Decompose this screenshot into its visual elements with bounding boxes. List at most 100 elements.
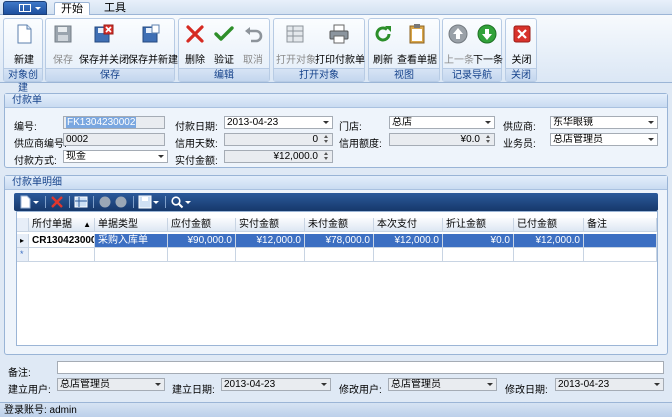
chevron-down-icon[interactable] (32, 195, 40, 209)
chevron-down-icon[interactable] (485, 121, 491, 124)
next-record-button[interactable]: 下一条 (473, 21, 503, 67)
table-cell[interactable] (29, 248, 95, 262)
view-document-button[interactable]: 查看单据 (396, 21, 438, 67)
spinner-icon[interactable] (322, 152, 331, 161)
chevron-down-icon[interactable] (184, 195, 192, 209)
chevron-down-icon[interactable] (648, 138, 654, 141)
prev-record-button[interactable]: 上一条 (444, 21, 474, 67)
table-cell[interactable] (374, 248, 443, 262)
grid-save-icon[interactable] (138, 195, 152, 209)
modify-date-field[interactable]: 2013-04-23 (555, 378, 664, 391)
delete-x-icon (184, 23, 206, 45)
table-cell[interactable]: ¥12,000.0 (374, 234, 443, 248)
salesman-select[interactable]: 总店管理员 (550, 133, 658, 146)
chevron-down-icon[interactable] (155, 383, 161, 386)
grid-delete-button[interactable] (50, 195, 64, 209)
tab-start[interactable]: 开始 (54, 2, 90, 16)
cancel-button[interactable]: 取消 (239, 21, 267, 67)
close-button[interactable]: 关闭 (507, 21, 536, 67)
group-create: 新建 对象创建 (3, 18, 43, 94)
table-cell[interactable] (584, 234, 657, 248)
credit-limit-field[interactable]: ¥0.0 (389, 133, 495, 146)
grid-header-row: 所付单据 ▲ 单据类型 应付金额 实付金额 未付金额 本次支付 折让金额 已付金额… (17, 218, 659, 232)
store-select[interactable]: 总店 (389, 116, 495, 129)
column-header[interactable]: 未付金额 (305, 218, 374, 232)
row-selected-icon: ▸ (17, 234, 29, 248)
save-new-button[interactable]: 保存并新建 (128, 21, 178, 67)
table-cell[interactable] (305, 248, 374, 262)
code-field[interactable]: FK1304230002 (63, 116, 165, 129)
create-date-field[interactable]: 2013-04-23 (221, 378, 331, 391)
column-header[interactable]: 备注 (584, 218, 657, 232)
supplier-select[interactable]: 东华眼镜 (550, 116, 658, 129)
pay-method-select[interactable]: 现金 (63, 150, 168, 163)
group-close-label: 关闭 (506, 68, 536, 81)
column-header[interactable]: 应付金额 (168, 218, 236, 232)
creator-select[interactable]: 总店管理员 (57, 378, 165, 391)
table-cell[interactable] (236, 248, 305, 262)
chevron-down-icon[interactable] (487, 383, 493, 386)
table-cell[interactable] (168, 248, 236, 262)
toolbar-separator (133, 196, 134, 208)
table-cell[interactable]: ¥12,000.0 (236, 234, 305, 248)
new-row[interactable]: * (17, 248, 659, 262)
column-header[interactable]: 所付单据 ▲ (29, 218, 95, 232)
table-cell[interactable]: ¥12,000.0 (514, 234, 584, 248)
open-object-button[interactable]: 打开对象 (276, 21, 316, 67)
table-cell[interactable]: ¥90,000.0 (168, 234, 236, 248)
column-header[interactable]: 已付金额 (514, 218, 584, 232)
column-header[interactable]: 实付金额 (236, 218, 305, 232)
code-label: 编号: (14, 122, 37, 133)
grid-toolbar (14, 193, 658, 211)
table-cell[interactable] (95, 248, 168, 262)
grid-table-icon[interactable] (74, 195, 88, 209)
grid-prev-icon[interactable] (98, 195, 112, 209)
next-record-label: 下一条 (473, 55, 503, 66)
supplier-code-field[interactable]: 0002 (63, 133, 165, 146)
detail-grid[interactable]: 所付单据 ▲ 单据类型 应付金额 实付金额 未付金额 本次支付 折让金额 已付金额… (16, 211, 658, 346)
spinner-icon[interactable] (322, 135, 331, 144)
grid-next-icon[interactable] (114, 195, 128, 209)
chevron-down-icon[interactable] (654, 383, 660, 386)
new-button[interactable]: 新建 (6, 21, 42, 67)
chevron-down-icon[interactable] (323, 121, 329, 124)
grid-new-button[interactable] (18, 195, 32, 209)
credit-limit-value: ¥0.0 (460, 134, 480, 145)
application-menu-button[interactable] (3, 1, 47, 15)
actual-amount-field[interactable]: ¥12,000.0 (224, 150, 333, 163)
table-cell[interactable]: ¥78,000.0 (305, 234, 374, 248)
actual-amount-value: ¥12,000.0 (273, 151, 319, 162)
chevron-down-icon[interactable] (158, 155, 164, 158)
verify-label: 验证 (214, 55, 234, 66)
spinner-icon[interactable] (484, 135, 493, 144)
column-header[interactable]: 本次支付 (374, 218, 443, 232)
column-header[interactable]: 折让金额 (443, 218, 514, 232)
credit-days-field[interactable]: 0 (224, 133, 333, 146)
grid-search-icon[interactable] (170, 195, 184, 209)
delete-button[interactable]: 删除 (181, 21, 209, 67)
table-cell[interactable] (443, 248, 514, 262)
table-cell[interactable] (584, 248, 657, 262)
remark-field[interactable] (57, 361, 664, 374)
pay-date-field[interactable]: 2013-04-23 (224, 116, 333, 129)
tab-tools[interactable]: 工具 (100, 2, 130, 16)
chevron-down-icon[interactable] (321, 383, 327, 386)
refresh-button[interactable]: 刷新 (371, 21, 395, 67)
save-button[interactable]: 保存 (48, 21, 78, 67)
table-cell[interactable] (514, 248, 584, 262)
arrow-down-icon (476, 23, 498, 45)
save-close-button[interactable]: 保存并关闭 (79, 21, 129, 67)
print-payment-button[interactable]: 打印付款单 (315, 21, 365, 67)
chevron-down-icon[interactable] (648, 121, 654, 124)
arrow-up-icon (447, 23, 469, 45)
table-row[interactable]: ▸ CR1304230002 采购入库单 ¥90,000.0 ¥12,000.0… (17, 234, 659, 248)
column-header[interactable]: 单据类型 (95, 218, 168, 232)
ribbon-tab-bar: 开始 工具 (0, 0, 672, 16)
table-cell[interactable]: ¥0.0 (443, 234, 514, 248)
table-cell[interactable]: 采购入库单 (95, 234, 168, 248)
undo-icon (242, 23, 264, 45)
table-cell[interactable]: CR1304230002 (29, 234, 95, 248)
chevron-down-icon[interactable] (152, 195, 160, 209)
modifier-select[interactable]: 总店管理员 (388, 378, 497, 391)
verify-button[interactable]: 验证 (210, 21, 238, 67)
